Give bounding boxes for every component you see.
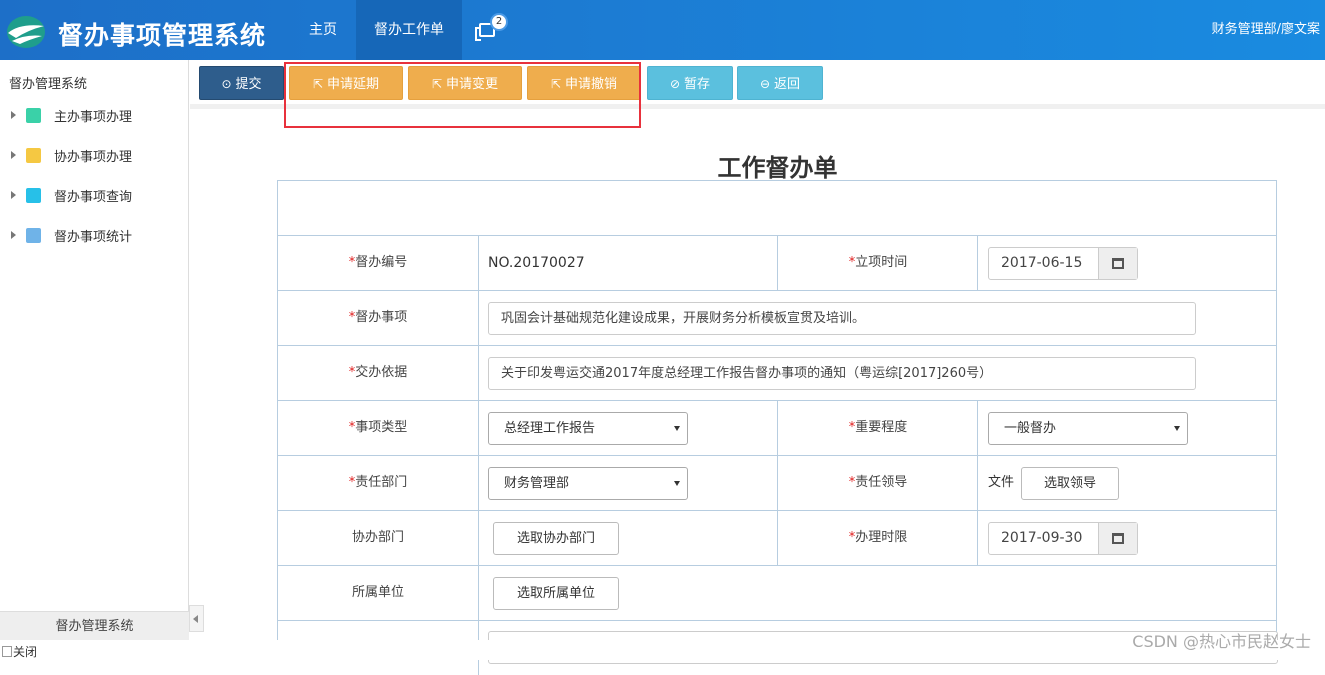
- chevron-down-icon: [674, 426, 680, 431]
- nav-work-order[interactable]: 督办工作单: [356, 0, 462, 60]
- importance-label: *重要程度: [848, 420, 908, 435]
- expand-arrow-icon: [11, 191, 16, 199]
- form-row-unit: 所属单位 选取所属单位: [278, 565, 1276, 620]
- basis-input[interactable]: 关于印发粤运交通2017年度总经理工作报告督办事项的通知（粤运综[2017]26…: [488, 357, 1196, 390]
- check-circle-icon: ⊘: [669, 77, 681, 91]
- form-row-dept: *责任部门 财务管理部 *责任领导 文件 选取领导: [278, 455, 1276, 510]
- matter-input[interactable]: 巩固会计基础规范化建设成果，开展财务分析模板宣贯及培训。: [488, 302, 1196, 335]
- bottom-strip: [0, 640, 1325, 660]
- sidebar-item-label: 督办事项统计: [54, 230, 133, 245]
- sidebar-collapse-handle[interactable]: [189, 605, 204, 632]
- chart-icon: [26, 228, 41, 243]
- form-title: 工作督办单: [717, 154, 838, 182]
- start-date-value: 2017-06-15: [1001, 255, 1083, 271]
- deadline-value: 2017-09-30: [1001, 530, 1083, 546]
- expand-arrow-icon: [11, 231, 16, 239]
- sidebar-item-label: 主办事项办理: [54, 110, 133, 125]
- nav-home[interactable]: 主页: [292, 0, 354, 60]
- dept-label: *责任部门: [348, 475, 408, 490]
- start-date-label: *立项时间: [848, 255, 908, 270]
- importance-select[interactable]: 一般督办: [988, 412, 1188, 445]
- sidebar: 督办管理系统 主办事项办理 协办事项办理 督办事项查询 督办事项统计 督办管理系…: [0, 60, 189, 640]
- sidebar-title: 督办管理系统: [9, 77, 88, 92]
- close-image[interactable]: 关闭: [2, 643, 37, 660]
- deadline-label: *办理时限: [848, 530, 908, 545]
- dept-select-value: 财务管理部: [504, 476, 570, 491]
- form-row-matter: *督办事项 巩固会计基础规范化建设成果，开展财务分析模板宣贯及培训。: [278, 290, 1276, 345]
- type-label: *事项类型: [348, 420, 408, 435]
- save-draft-button[interactable]: ⊘ 暂存: [647, 66, 733, 100]
- save-draft-label: 暂存: [684, 77, 711, 92]
- sidebar-item-statistics[interactable]: 督办事项统计: [0, 224, 189, 248]
- select-leader-button[interactable]: 选取领导: [1021, 467, 1119, 500]
- importance-select-value: 一般督办: [1004, 421, 1057, 436]
- app-title: 督办事项管理系统: [58, 21, 267, 50]
- sidebar-item-main-tasks[interactable]: 主办事项办理: [0, 104, 189, 128]
- select-unit-button[interactable]: 选取所属单位: [493, 577, 619, 610]
- assist-label: 协办部门: [351, 530, 404, 545]
- sidebar-item-assist-tasks[interactable]: 协办事项办理: [0, 144, 189, 168]
- leader-label: *责任领导: [848, 475, 908, 490]
- sidebar-item-label: 督办事项查询: [54, 190, 133, 205]
- watermark: CSDN @热心市民赵女士: [1132, 632, 1311, 651]
- code-value: NO.20170027: [488, 255, 585, 271]
- start-date-field[interactable]: 2017-06-15: [988, 247, 1138, 280]
- dept-select[interactable]: 财务管理部: [488, 467, 688, 500]
- form-row-code: *督办编号 NO.20170027 *立项时间 2017-06-15: [278, 235, 1276, 290]
- basis-label: *交办依据: [348, 365, 408, 380]
- sidebar-item-query[interactable]: 督办事项查询: [0, 184, 189, 208]
- code-label: *督办编号: [348, 255, 408, 270]
- nav-messages[interactable]: 2: [462, 0, 514, 60]
- chevron-down-icon: [674, 481, 680, 486]
- chevron-down-icon: [1174, 426, 1180, 431]
- back-button[interactable]: ⊖ 返回: [737, 66, 823, 100]
- top-bar: 督办事项管理系统 主页 督办工作单 2 财务管理部/廖文案: [0, 0, 1325, 60]
- expand-arrow-icon: [11, 111, 16, 119]
- submit-button[interactable]: ⊙ 提交: [199, 66, 284, 100]
- calendar-icon[interactable]: [1098, 523, 1137, 554]
- deadline-field[interactable]: 2017-09-30: [988, 522, 1138, 555]
- clock-icon: ⊙: [221, 77, 232, 91]
- select-assist-dept-button[interactable]: 选取协办部门: [493, 522, 619, 555]
- users-icon: [26, 148, 41, 163]
- message-count-badge: 2: [490, 13, 508, 31]
- app-logo-icon: [7, 16, 45, 48]
- back-arrow-icon: ⊖: [759, 77, 771, 91]
- highlight-box: [284, 62, 641, 128]
- leader-prefix: 文件: [988, 475, 1015, 490]
- form-row-type: *事项类型 总经理工作报告 *重要程度 一般督办: [278, 400, 1276, 455]
- type-select-value: 总经理工作报告: [504, 421, 596, 436]
- matter-label: *督办事项: [348, 310, 408, 325]
- type-select[interactable]: 总经理工作报告: [488, 412, 688, 445]
- sidebar-item-label: 协办事项办理: [54, 150, 133, 165]
- form-row-assist: 协办部门 选取协办部门 *办理时限 2017-09-30: [278, 510, 1276, 565]
- user-icon: [26, 108, 41, 123]
- search-icon: [26, 188, 41, 203]
- unit-label: 所属单位: [351, 585, 404, 600]
- form-row-basis: *交办依据 关于印发粤运交通2017年度总经理工作报告督办事项的通知（粤运综[2…: [278, 345, 1276, 400]
- expand-arrow-icon: [11, 151, 16, 159]
- current-user[interactable]: 财务管理部/廖文案: [1212, 0, 1320, 60]
- submit-button-label: 提交: [235, 77, 262, 92]
- calendar-icon[interactable]: [1098, 248, 1137, 279]
- supervision-form: *督办编号 NO.20170027 *立项时间 2017-06-15 *督办事项…: [277, 180, 1278, 675]
- back-button-label: 返回: [774, 77, 801, 92]
- broken-image-icon: [2, 646, 12, 657]
- sidebar-footer: 督办管理系统: [0, 611, 189, 640]
